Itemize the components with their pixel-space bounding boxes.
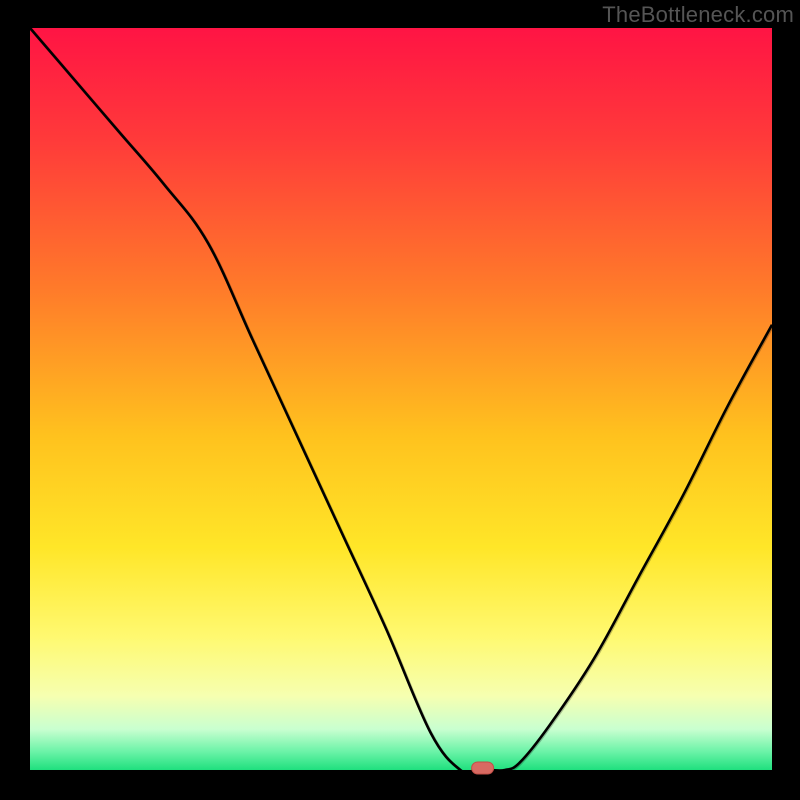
chart-frame: TheBottleneck.com bbox=[0, 0, 800, 800]
watermark-text: TheBottleneck.com bbox=[602, 2, 794, 28]
optimal-marker bbox=[472, 762, 494, 774]
bottleneck-chart bbox=[0, 0, 800, 800]
plot-background bbox=[30, 28, 772, 770]
